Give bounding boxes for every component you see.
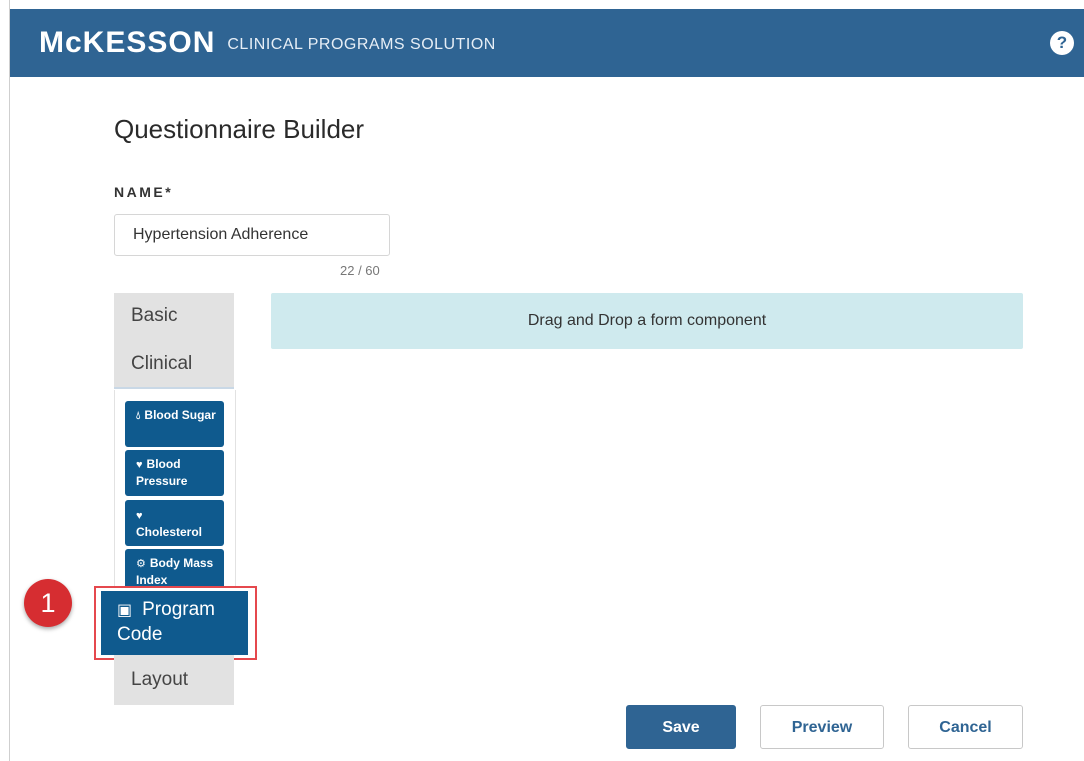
- heartbeat-icon: ♥: [136, 459, 143, 471]
- name-input[interactable]: [114, 214, 390, 256]
- cholesterol-component[interactable]: ♥ Cholesterol: [125, 500, 224, 546]
- tab-basic[interactable]: Basic: [114, 293, 234, 341]
- component-label: Body Mass Index: [136, 556, 214, 586]
- clinical-component-palette: 💧︎ Blood Sugar ♥ Blood Pressure ♥ Cholester…: [114, 390, 236, 586]
- save-button[interactable]: Save: [626, 705, 736, 749]
- character-counter: 22 / 60: [340, 263, 380, 278]
- drop-icon: 💧︎: [136, 410, 141, 422]
- cancel-button[interactable]: Cancel: [908, 705, 1023, 749]
- preview-button[interactable]: Preview: [760, 705, 884, 749]
- frame-border: [9, 0, 10, 761]
- question-circle-icon[interactable]: ?: [1050, 31, 1074, 55]
- tab-clinical[interactable]: Clinical: [114, 341, 234, 389]
- weight-icon: ⚙: [136, 558, 146, 570]
- body-mass-index-component[interactable]: ⚙ Body Mass Index: [125, 549, 224, 586]
- blood-pressure-component[interactable]: ♥ Blood Pressure: [125, 450, 224, 496]
- form-drop-zone[interactable]: Drag and Drop a form component: [271, 293, 1023, 349]
- name-label: NAME*: [114, 184, 174, 200]
- component-label: Blood Pressure: [136, 457, 188, 488]
- app-header: McKESSON CLINICAL PROGRAMS SOLUTION ?: [10, 9, 1084, 77]
- product-name: CLINICAL PROGRAMS SOLUTION: [227, 36, 496, 53]
- heart-icon: ♥: [136, 510, 143, 522]
- tab-layout[interactable]: Layout: [114, 655, 234, 705]
- component-label: Cholesterol: [136, 525, 203, 539]
- page-title: Questionnaire Builder: [114, 114, 365, 144]
- program-code-component[interactable]: ▣ Program Code: [101, 591, 248, 655]
- component-label: Blood Sugar: [144, 408, 216, 422]
- mckesson-logo: McKESSON: [39, 26, 216, 59]
- blood-sugar-component[interactable]: 💧︎ Blood Sugar: [125, 401, 224, 447]
- step-callout-badge: 1: [24, 579, 72, 627]
- medkit-icon: ▣: [117, 602, 133, 619]
